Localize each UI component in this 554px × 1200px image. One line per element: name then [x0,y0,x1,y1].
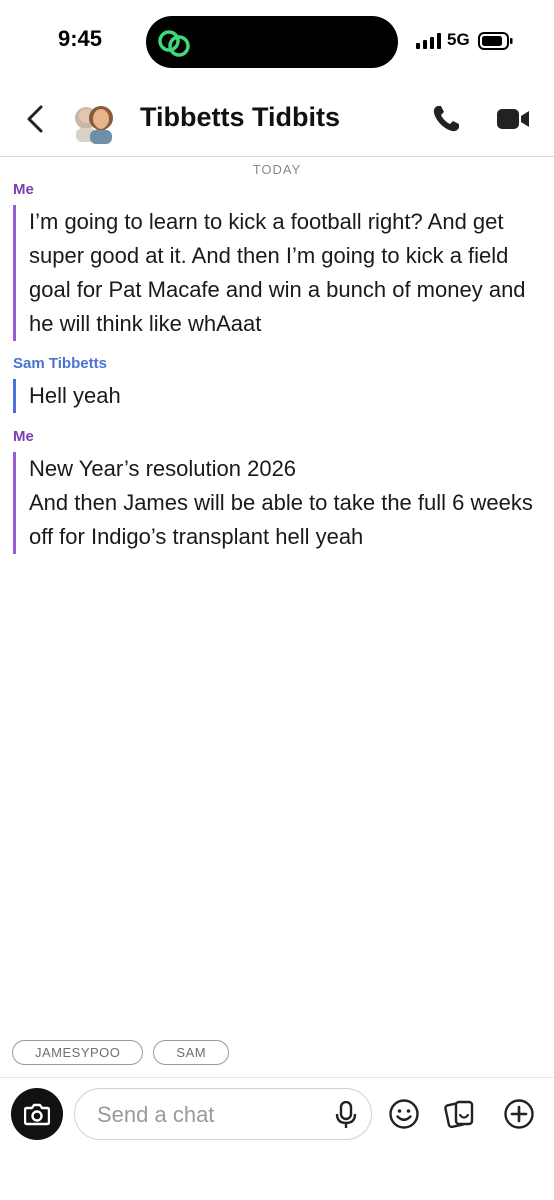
sender-label-me: Me [13,181,34,198]
chat-input[interactable] [95,1101,329,1129]
message-text: Hell yeah [29,383,121,408]
battery-icon [478,32,513,50]
emoji-icon[interactable] [388,1098,420,1130]
sender-label-sam: Sam Tibbetts [13,355,107,372]
phone-icon[interactable] [430,103,462,135]
message-text: New Year’s resolution 2026 [29,456,297,481]
chat-header: Tibbetts Tidbits [0,80,554,157]
status-bar: 9:45 5G [0,0,554,80]
signal-icon [416,33,441,49]
message-bubble[interactable]: I’m going to learn to kick a football ri… [13,205,549,341]
dynamic-island [146,16,398,68]
status-time: 9:45 [58,26,103,51]
chip-jamesypoo[interactable]: JAMESYPOO [12,1040,144,1065]
chat-input-container [74,1088,372,1140]
link-icon [158,30,190,57]
sender-label-me: Me [13,428,34,445]
message-text: I’m going to learn to kick a football ri… [29,209,526,336]
chip-sam[interactable]: SAM [153,1040,230,1065]
group-avatar[interactable] [70,96,118,144]
composer-divider [0,1077,554,1078]
mention-chips: JAMESYPOO SAM [12,1040,230,1065]
camera-icon [24,1103,50,1126]
message-text: And then James will be able to take the … [29,490,533,549]
video-icon[interactable] [496,107,530,131]
stickers-icon[interactable] [444,1098,476,1130]
chat-title[interactable]: Tibbetts Tidbits [140,102,340,133]
mic-icon[interactable] [335,1101,357,1129]
camera-button[interactable] [11,1088,63,1140]
day-separator: TODAY [252,162,302,177]
message-bubble[interactable]: Hell yeah [13,379,549,413]
back-chevron-icon[interactable] [22,102,50,136]
message-bubble[interactable]: New Year’s resolution 2026 And then Jame… [13,452,549,554]
network-label: 5G [447,30,470,49]
plus-icon[interactable] [503,1098,535,1130]
